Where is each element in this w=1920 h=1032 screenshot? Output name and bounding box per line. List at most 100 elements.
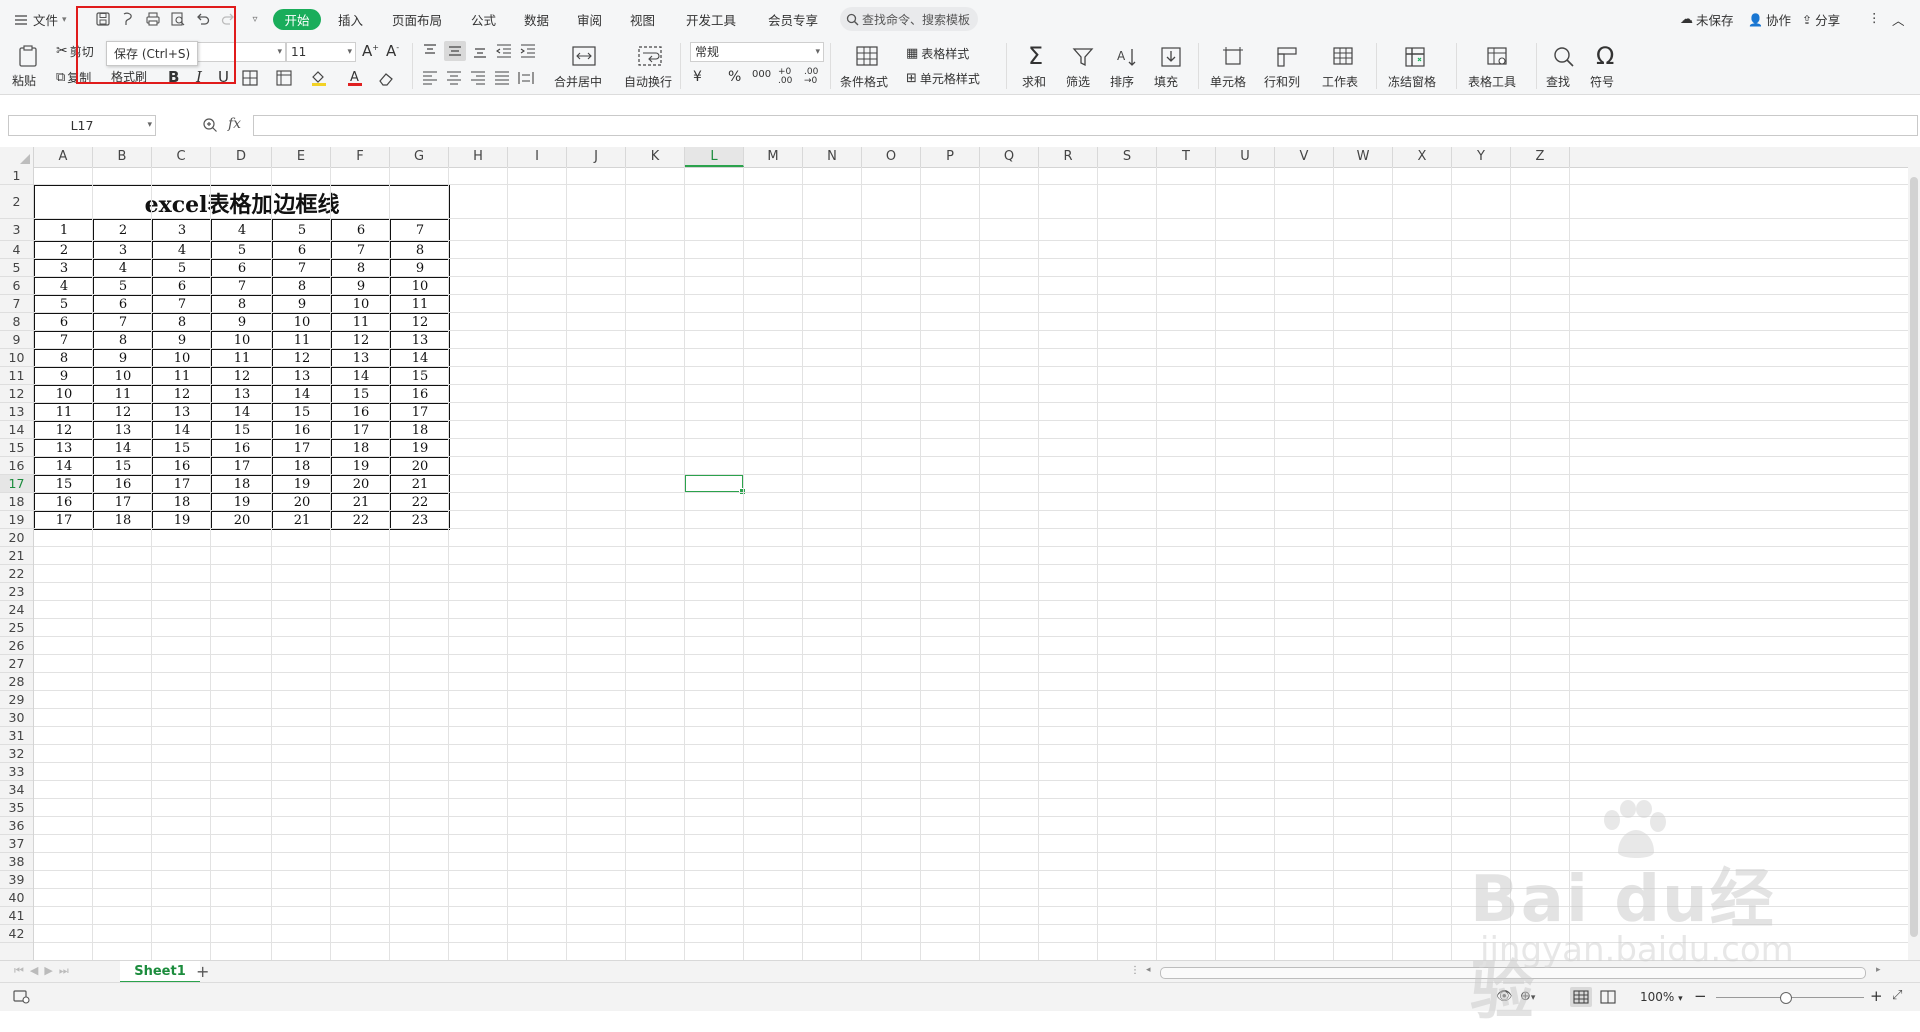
row-header[interactable]: 41 (0, 907, 33, 925)
table-cell[interactable]: 13 (152, 403, 212, 422)
row-header[interactable]: 10 (0, 349, 33, 367)
column-header[interactable]: R (1039, 147, 1098, 167)
row-header[interactable]: 25 (0, 619, 33, 637)
scroll-left-icon[interactable]: ◂ (1146, 965, 1151, 975)
row-header[interactable]: 2 (0, 185, 33, 219)
save-button[interactable] (92, 8, 114, 30)
zoom-slider-handle[interactable] (1780, 992, 1792, 1004)
cell-button[interactable]: 单元格 (1208, 42, 1258, 92)
row-header[interactable]: 20 (0, 529, 33, 547)
table-cell[interactable]: 17 (211, 457, 273, 476)
table-cell[interactable]: 16 (211, 439, 273, 458)
column-header[interactable]: F (331, 147, 390, 167)
vertical-scrollbar[interactable] (1908, 147, 1920, 960)
row-header[interactable]: 30 (0, 709, 33, 727)
zoom-in-button[interactable]: + (1870, 987, 1883, 1005)
column-header[interactable]: K (626, 147, 685, 167)
table-cell[interactable]: 15 (272, 403, 332, 422)
table-cell[interactable]: 10 (93, 367, 153, 386)
table-cell[interactable]: 9 (93, 349, 153, 368)
table-cell[interactable]: 13 (211, 385, 273, 404)
table-cell[interactable]: 7 (152, 295, 212, 314)
tab-insert[interactable]: 插入 (338, 10, 363, 29)
merge-center-button[interactable]: 合并居中 (552, 42, 618, 92)
currency-button[interactable]: ¥ (693, 69, 702, 85)
table-cell[interactable]: 18 (93, 511, 153, 530)
table-cell[interactable]: 14 (331, 367, 391, 386)
table-cell[interactable]: 12 (93, 403, 153, 422)
horizontal-scroll-thumb[interactable] (1160, 967, 1866, 979)
table-cell[interactable]: 16 (331, 403, 391, 422)
table-cell[interactable]: 10 (211, 331, 273, 350)
table-cell[interactable]: 14 (152, 421, 212, 440)
sort-button[interactable]: A 排序 (1106, 42, 1146, 92)
fill-style-button[interactable] (276, 70, 292, 89)
table-cell[interactable]: 10 (34, 385, 94, 404)
table-cell[interactable]: 6 (331, 219, 391, 242)
unsaved-status-button[interactable]: ☁ 未保存 (1680, 10, 1734, 29)
column-header[interactable]: T (1157, 147, 1216, 167)
table-cell[interactable]: 11 (34, 403, 94, 422)
column-header[interactable]: M (744, 147, 803, 167)
table-cell[interactable]: 14 (389, 349, 451, 368)
undo-button[interactable] (192, 8, 214, 30)
column-header[interactable]: H (449, 147, 508, 167)
table-cell[interactable]: 8 (93, 331, 153, 350)
table-cell[interactable]: 12 (272, 349, 332, 368)
table-cell[interactable]: 17 (331, 421, 391, 440)
increase-indent-button[interactable] (520, 44, 536, 61)
table-cell[interactable]: 8 (389, 241, 451, 260)
table-cell[interactable]: 7 (389, 219, 451, 242)
table-cell[interactable]: 6 (93, 295, 153, 314)
collaborate-button[interactable]: 👤 协作 (1748, 10, 1791, 29)
thousands-separator-button[interactable]: 000 (752, 69, 771, 80)
row-header[interactable]: 13 (0, 403, 33, 421)
table-cell[interactable]: 9 (211, 313, 273, 332)
table-cell[interactable]: 14 (93, 439, 153, 458)
tab-start[interactable]: 开始 (273, 9, 321, 30)
table-cell[interactable]: 16 (34, 493, 94, 512)
font-color-button[interactable]: A (346, 68, 364, 89)
table-cell[interactable]: 17 (152, 475, 212, 494)
sheet-nav-arrows[interactable]: ⏮◀▶⏭ (14, 964, 75, 978)
table-cell[interactable]: 23 (389, 511, 451, 530)
row-header[interactable]: 21 (0, 547, 33, 565)
borders-button[interactable] (242, 70, 258, 89)
row-header[interactable]: 31 (0, 727, 33, 745)
table-cell[interactable]: 21 (272, 511, 332, 530)
split-handle-icon[interactable]: ⋮ (1130, 965, 1140, 976)
row-header[interactable]: 5 (0, 259, 33, 277)
column-header[interactable]: X (1393, 147, 1452, 167)
table-cell[interactable]: 13 (331, 349, 391, 368)
table-cell[interactable]: 20 (272, 493, 332, 512)
table-cell[interactable]: 19 (331, 457, 391, 476)
column-header[interactable]: O (862, 147, 921, 167)
row-header[interactable]: 19 (0, 511, 33, 529)
clear-format-button[interactable] (378, 70, 394, 89)
row-header[interactable]: 11 (0, 367, 33, 385)
sheet-tab-sheet1[interactable]: Sheet1 (120, 961, 200, 983)
column-header[interactable]: P (921, 147, 980, 167)
table-cell[interactable]: 7 (272, 259, 332, 278)
table-cell[interactable]: 6 (272, 241, 332, 260)
table-cell[interactable]: 21 (389, 475, 451, 494)
table-cell[interactable]: 7 (211, 277, 273, 296)
table-cell[interactable]: 18 (331, 439, 391, 458)
table-cell[interactable]: 5 (34, 295, 94, 314)
table-cell[interactable]: 16 (93, 475, 153, 494)
row-header[interactable]: 7 (0, 295, 33, 313)
formula-input[interactable] (253, 115, 1918, 136)
column-header[interactable]: G (390, 147, 449, 167)
table-cell[interactable]: 11 (389, 295, 451, 314)
table-cell[interactable]: 14 (211, 403, 273, 422)
number-format-select[interactable]: 常规 ▾ (690, 42, 824, 62)
table-cell[interactable]: 19 (272, 475, 332, 494)
table-cell[interactable]: 18 (389, 421, 451, 440)
select-all-corner[interactable] (0, 147, 34, 167)
table-cell[interactable]: 8 (331, 259, 391, 278)
fill-button[interactable]: 填充 (1150, 42, 1190, 92)
table-cell[interactable]: 4 (211, 219, 273, 242)
bordered-data-table[interactable]: excel表格加边框线 1 2 3 4 5 6 7 2 3 4 5 6 7 8 3 4 5 6 7 8 9 4 5 6 7 8 9 10… (34, 185, 451, 530)
table-cell[interactable]: 12 (34, 421, 94, 440)
table-cell[interactable]: 15 (93, 457, 153, 476)
